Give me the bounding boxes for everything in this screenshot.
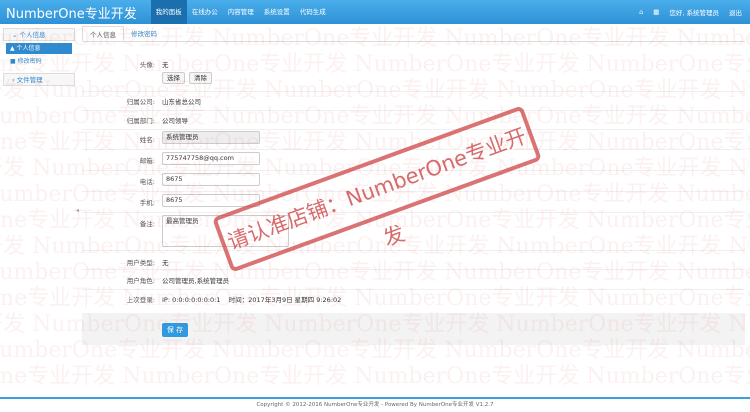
avatar-value: 无: [162, 61, 169, 69]
lastlogin-row: 上次登录: IP: 0:0:0:0:0:0:0:1 时间：2017年3月9日 星期…: [82, 289, 745, 309]
remark-row: 备注: 最高管理员: [82, 212, 745, 250]
label: 姓名:: [139, 136, 155, 144]
tab-profile[interactable]: 个人信息: [82, 26, 124, 41]
clear-button[interactable]: 清除: [189, 72, 212, 84]
nav-office[interactable]: 在线办公: [187, 0, 223, 24]
sidebar: ⌄ 个人信息 ▲ 个人信息 ■ 修改密码 › 文件管理: [3, 28, 75, 86]
label: 上次登录:: [126, 296, 155, 304]
nav-my-panel[interactable]: 我的面板: [150, 0, 187, 24]
role-row: 用户角色: 公司管理员,系统管理员: [82, 269, 745, 289]
group-label: 个人信息: [19, 31, 46, 39]
sidebar-item-password[interactable]: ■ 修改密码: [6, 56, 72, 67]
usertype-value: 无: [162, 259, 169, 267]
label: 头像:: [139, 61, 155, 69]
label: 备注:: [139, 220, 155, 228]
label: 电话:: [139, 178, 155, 186]
grid-icon[interactable]: ▦: [653, 8, 659, 16]
label: 邮箱:: [139, 157, 155, 165]
name-field: 系统管理员: [162, 131, 260, 144]
footer: Copyright © 2012-2016 NumberOne专业开发 - Po…: [0, 397, 750, 412]
tab-bar: 个人信息 修改密码: [82, 26, 745, 42]
home-icon[interactable]: ⌂: [639, 8, 643, 16]
sidebar-group-personal[interactable]: ⌄ 个人信息: [3, 28, 75, 41]
item-label: 个人信息: [16, 45, 41, 52]
company-value: 山东省总公司: [162, 98, 201, 106]
form-actions: 保 存: [82, 313, 745, 345]
choose-button[interactable]: 选择: [162, 72, 185, 84]
email-field[interactable]: 775747758@qq.com: [162, 152, 260, 165]
company-row: 归属公司: 山东省总公司: [82, 91, 745, 110]
lastlogin-value: IP: 0:0:0:0:0:0:0:1 时间：2017年3月9日 星期四 9:2…: [162, 296, 342, 304]
avatar-row: 头像: 无 选择 清除: [82, 57, 745, 87]
sidebar-item-profile[interactable]: ▲ 个人信息: [6, 43, 72, 54]
usertype-row: 用户类型: 无: [82, 250, 745, 269]
main-nav: 我的面板 在线办公 内容管理 系统设置 代码生成: [150, 0, 331, 24]
brand-logo[interactable]: NumberOne专业开发: [0, 3, 151, 22]
group-label: 文件管理: [16, 76, 43, 84]
user-greeting[interactable]: 您好, 系统管理员: [669, 7, 719, 17]
sidebar-group-files[interactable]: › 文件管理: [3, 73, 75, 86]
dept-row: 归属部门: 公司领导: [82, 110, 745, 129]
watermark-text: NumberOne专业开发 NumberOne专业开发 NumberOne专业开…: [0, 364, 750, 389]
save-button[interactable]: 保 存: [162, 323, 188, 337]
logout-link[interactable]: 退出: [729, 7, 742, 17]
label: 用户角色:: [126, 277, 155, 285]
dept-value: 公司领导: [162, 117, 188, 125]
top-header: NumberOne专业开发 我的面板 在线办公 内容管理 系统设置 代码生成 ⌂…: [0, 0, 750, 24]
label: 手机:: [139, 199, 155, 207]
label: 归属部门:: [126, 117, 155, 125]
nav-codegen[interactable]: 代码生成: [295, 0, 331, 24]
role-value: 公司管理员,系统管理员: [162, 277, 230, 285]
item-label: 修改密码: [17, 58, 42, 65]
tab-password[interactable]: 修改密码: [124, 26, 164, 41]
nav-content[interactable]: 内容管理: [223, 0, 259, 24]
label: 用户类型:: [126, 259, 155, 267]
nav-settings[interactable]: 系统设置: [259, 0, 295, 24]
phone-field[interactable]: 8675: [162, 173, 260, 186]
lock-icon: ■: [10, 58, 18, 65]
label: 归属公司:: [126, 98, 155, 106]
collapse-sidebar-icon[interactable]: ◂: [76, 207, 79, 214]
chevron-down-icon: ⌄: [12, 31, 20, 39]
